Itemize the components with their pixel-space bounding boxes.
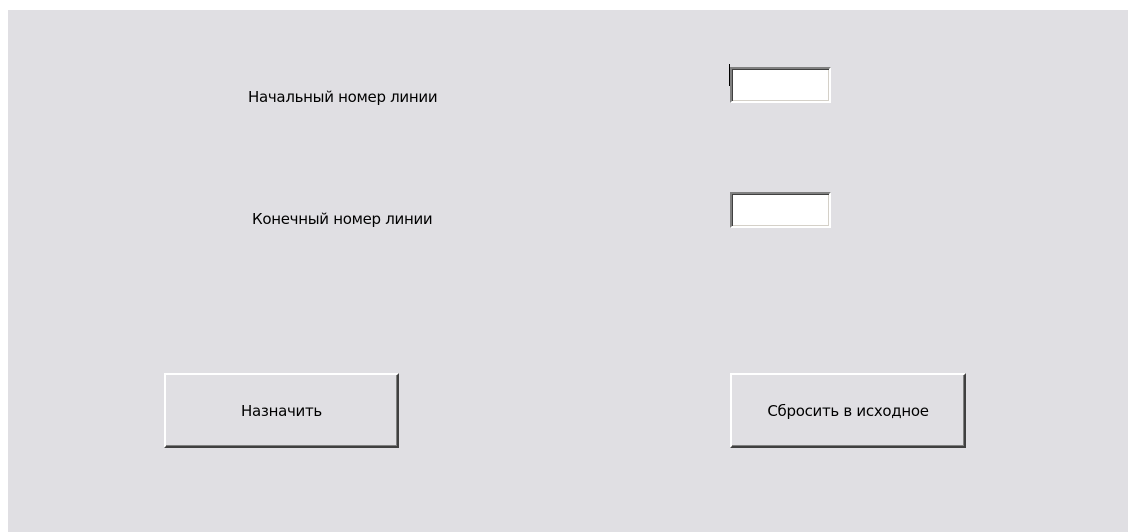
end-line-input[interactable] [730, 192, 831, 228]
reset-button[interactable]: Сбросить в исходное [730, 373, 966, 448]
end-line-label: Конечный номер линии [252, 210, 433, 228]
line-number-dialog: Начальный номер линии Конечный номер лин… [8, 10, 1128, 532]
start-line-input[interactable] [730, 67, 831, 103]
start-line-label: Начальный номер линии [248, 88, 438, 106]
text-caret [729, 64, 730, 86]
assign-button[interactable]: Назначить [164, 373, 399, 448]
